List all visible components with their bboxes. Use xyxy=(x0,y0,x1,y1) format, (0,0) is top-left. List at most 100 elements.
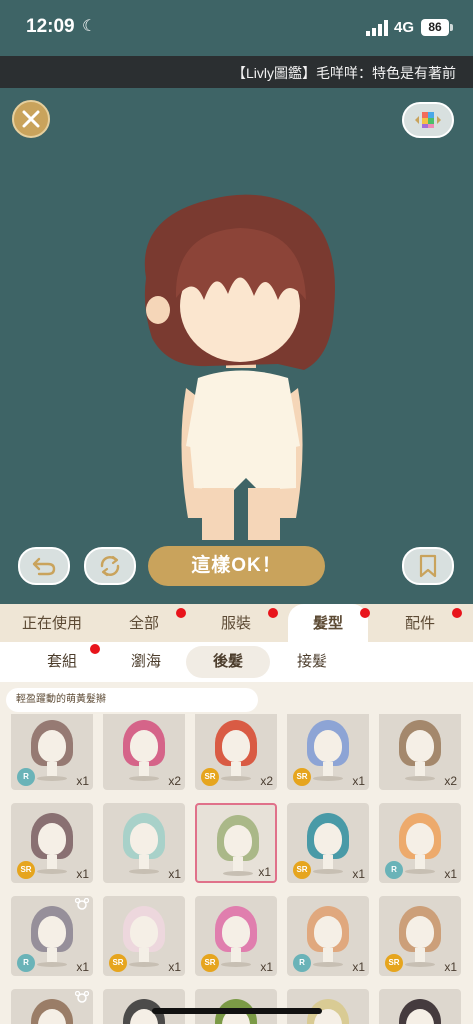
hair-item-card[interactable]: x1 xyxy=(195,803,277,883)
tab-all[interactable]: 全部 xyxy=(104,604,184,642)
hair-item-card[interactable] xyxy=(11,989,93,1024)
hair-subtabs: 套組 瀏海 後髮 接髮 xyxy=(0,642,473,682)
mannequin-shadow xyxy=(129,776,159,781)
tab-hairstyle[interactable]: 髮型 xyxy=(288,604,368,642)
mannequin-head xyxy=(406,730,434,762)
mannequin-head xyxy=(222,916,250,948)
mannequin-head xyxy=(314,730,342,762)
palette-grid-icon xyxy=(415,112,441,128)
hair-item-card[interactable]: Rx1 xyxy=(379,803,461,883)
color-palette-button[interactable] xyxy=(402,102,454,138)
hair-item-card[interactable]: x2 xyxy=(379,714,461,790)
mannequin-shadow xyxy=(405,869,435,874)
item-quantity: x1 xyxy=(260,960,273,974)
notification-dot xyxy=(176,608,186,618)
rarity-badge: SR xyxy=(201,954,219,972)
rarity-badge: SR xyxy=(17,861,35,879)
mannequin-stand xyxy=(415,762,425,776)
hair-item-card[interactable]: SR x2 xyxy=(195,714,277,790)
close-button[interactable] xyxy=(12,100,50,138)
hair-item-card[interactable]: SR x1 xyxy=(379,896,461,976)
bookmark-button[interactable] xyxy=(402,547,454,585)
hair-item-card[interactable]: Rx1 xyxy=(287,896,369,976)
hair-item-card[interactable]: SR x1 xyxy=(195,896,277,976)
ticker-text: 【Livly圖鑑】毛咩咩：特色是有著前 xyxy=(232,65,457,81)
mannequin-shadow xyxy=(313,869,343,874)
moon-icon: ☾ xyxy=(82,18,97,35)
hair-item-card[interactable] xyxy=(287,989,369,1024)
hair-item-card[interactable]: SR x1 xyxy=(287,803,369,883)
rarity-badge: R xyxy=(293,954,311,972)
subtab-back-hair[interactable]: 後髮 xyxy=(186,646,270,678)
rarity-badge: SR xyxy=(385,954,403,972)
hair-item-card[interactable]: Rx1 xyxy=(11,714,93,790)
mannequin-shadow xyxy=(223,871,253,876)
signal-icon xyxy=(366,20,388,36)
rarity-badge: R xyxy=(17,954,35,972)
rarity-badge: SR xyxy=(293,768,311,786)
mannequin-head xyxy=(130,730,158,762)
mannequin-stand xyxy=(139,948,149,962)
item-quantity: x2 xyxy=(168,774,181,788)
mannequin-head xyxy=(38,730,66,762)
mannequin-head xyxy=(130,916,158,948)
notification-dot xyxy=(360,608,370,618)
mannequin-shadow xyxy=(221,962,251,967)
hair-item-card[interactable] xyxy=(195,989,277,1024)
item-quantity: x1 xyxy=(352,960,365,974)
item-quantity: x1 xyxy=(352,774,365,788)
hair-item-card[interactable]: Rx1 xyxy=(11,896,93,976)
item-quantity: x1 xyxy=(352,867,365,881)
mannequin-head xyxy=(314,916,342,948)
hair-item-card[interactable]: SR x1 xyxy=(287,714,369,790)
mannequin-shadow xyxy=(313,962,343,967)
hair-item-card[interactable]: SR x1 xyxy=(11,803,93,883)
notification-dot xyxy=(268,608,278,618)
item-quantity: x2 xyxy=(444,774,457,788)
hair-item-card[interactable]: x2 xyxy=(103,714,185,790)
status-time: 12:09 xyxy=(26,16,75,37)
mannequin-shadow xyxy=(37,962,67,967)
mannequin-shadow xyxy=(37,869,67,874)
tab-clothing[interactable]: 服裝 xyxy=(196,604,276,642)
mannequin-shadow xyxy=(221,776,251,781)
item-quantity: x1 xyxy=(168,960,181,974)
confirm-ok-button[interactable]: 這樣OK！ xyxy=(148,546,325,586)
item-description: 輕盈躍動的萌黃髮辮 xyxy=(6,688,258,712)
hair-item-card[interactable] xyxy=(379,989,461,1024)
refresh-icon xyxy=(100,555,120,577)
hair-item-card[interactable]: x1 xyxy=(103,803,185,883)
hair-item-card[interactable]: SR x1 xyxy=(103,896,185,976)
refresh-button[interactable] xyxy=(84,547,136,585)
mannequin-stand xyxy=(47,855,57,869)
mannequin-stand xyxy=(139,855,149,869)
item-quantity: x1 xyxy=(76,867,89,881)
tab-in-use[interactable]: 正在使用 xyxy=(12,604,92,642)
item-quantity: x1 xyxy=(76,774,89,788)
mannequin-stand xyxy=(47,762,57,776)
mannequin-shadow xyxy=(129,962,159,967)
rarity-badge: R xyxy=(385,861,403,879)
news-ticker[interactable]: 【Livly圖鑑】毛咩咩：特色是有著前 xyxy=(0,56,473,88)
mannequin-head xyxy=(406,823,434,855)
mannequin-head xyxy=(38,916,66,948)
subtab-extensions[interactable]: 接髮 xyxy=(272,646,352,678)
undo-button[interactable] xyxy=(18,547,70,585)
close-icon xyxy=(22,110,40,128)
mannequin-stand xyxy=(231,948,241,962)
mannequin-head xyxy=(224,825,252,857)
mannequin-stand xyxy=(47,948,57,962)
notification-dot xyxy=(452,608,462,618)
tab-accessories[interactable]: 配件 xyxy=(380,604,460,642)
rarity-badge: R xyxy=(17,768,35,786)
rarity-badge: SR xyxy=(201,768,219,786)
home-indicator[interactable] xyxy=(152,1008,322,1014)
mannequin-shadow xyxy=(405,776,435,781)
subtab-bangs[interactable]: 瀏海 xyxy=(106,646,186,678)
item-grid: Rx1 x2 SR x2 SR x1 x2 SR x1 x1 x1 SR x1 Rx1 Rx1 SR x1 SR x… xyxy=(0,714,473,1024)
battery-level: 86 xyxy=(421,19,449,36)
rarity-badge: SR xyxy=(109,954,127,972)
item-quantity: x1 xyxy=(444,960,457,974)
network-label: 4G xyxy=(394,19,415,36)
hair-item-card[interactable] xyxy=(103,989,185,1024)
